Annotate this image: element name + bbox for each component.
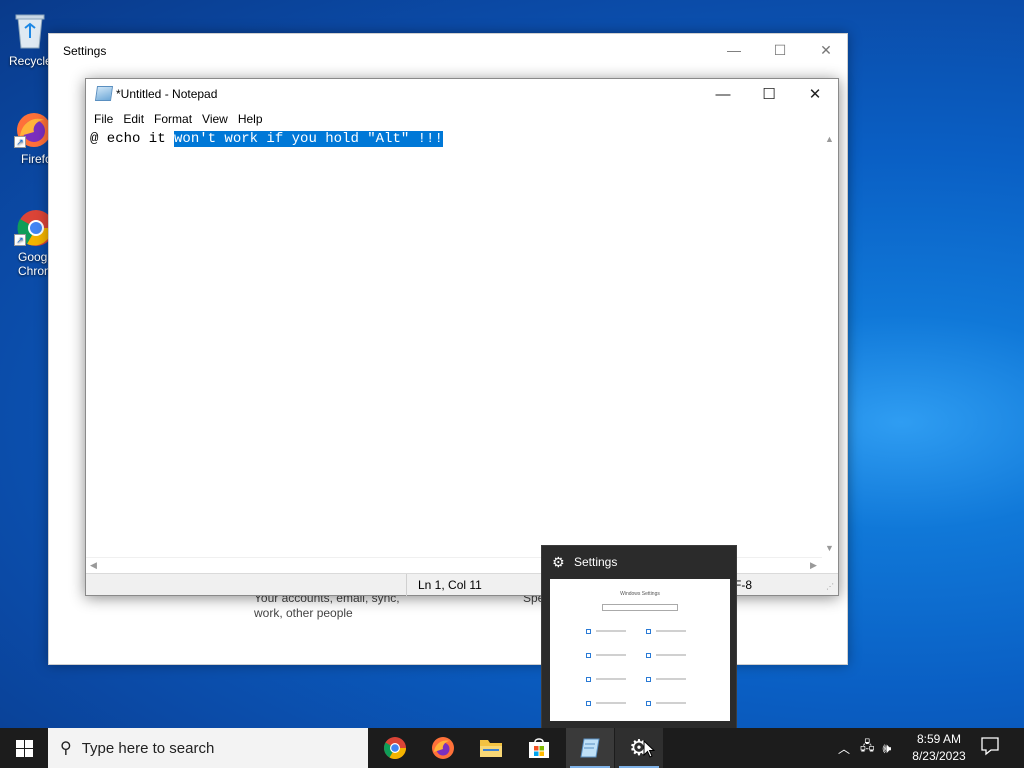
system-tray: ︿ 🖧 🕪 [838,728,891,768]
cursor-position: Ln 1, Col 11 [418,578,482,592]
settings-taskbar-preview[interactable]: ⚙ Settings Windows Settings [541,545,737,729]
maximize-button[interactable]: ☐ [757,34,803,66]
preview-icon [586,701,591,706]
preview-search-box [602,604,678,611]
minimize-icon: — [727,42,741,58]
preview-icon [586,629,591,634]
preview-line [656,654,686,656]
taskbar-search-box[interactable]: ⚲ Type here to search [48,728,368,768]
clock-date: 8/23/2023 [912,749,966,763]
notepad-text-area[interactable]: @ echo it won't work if you hold "Alt" !… [86,130,822,557]
volume-icon[interactable]: 🕪 [883,740,892,757]
chevron-up-icon[interactable]: ︿ [838,740,850,757]
network-icon[interactable]: 🖧 [860,737,875,759]
taskbar-settings[interactable]: ⚙ [615,728,663,768]
preview-line [596,702,626,704]
preview-line [596,630,626,632]
preview-icon [586,677,591,682]
settings-window-title: Settings [63,44,107,58]
shortcut-arrow-icon: ↗ [14,136,26,148]
notepad-title: *Untitled - Notepad [116,87,218,101]
maximize-icon: ☐ [773,41,787,58]
minimize-icon: — [715,85,731,103]
preview-icon [646,677,651,682]
taskbar: ⚲ Type here to search ⚙ ︿ 🖧 🕪 8:59 AM 8/… [0,728,1024,768]
preview-line [656,702,686,704]
action-center-button[interactable] [980,736,1004,760]
preview-heading: Windows Settings [620,591,660,597]
close-icon: ✕ [820,41,832,58]
close-button[interactable]: ✕ [803,34,849,66]
notepad-maximize-button[interactable]: ☐ [746,79,792,109]
windows-logo-icon [15,739,33,757]
gear-icon: ⚙ [552,554,565,570]
firefox-icon [432,737,454,759]
clock-time: 8:59 AM [916,732,962,746]
resize-grip-icon[interactable]: ⋰ [826,582,834,591]
taskbar-notepad[interactable] [566,728,614,768]
taskbar-clock[interactable]: 8:59 AM 8/23/2023 [906,731,972,765]
taskbar-chrome[interactable] [371,728,419,768]
maximize-icon: ☐ [762,86,776,103]
notepad-icon [94,86,114,101]
shortcut-arrow-icon: ↗ [14,234,26,246]
preview-icon [586,653,591,658]
notepad-close-button[interactable]: ✕ [792,79,838,109]
menu-file[interactable]: File [93,110,119,130]
search-placeholder: Type here to search [81,739,215,757]
notepad-menubar: File Edit Format View Help [86,110,838,130]
preview-icon [646,653,651,658]
taskbar-firefox[interactable] [419,728,467,768]
preview-title: Settings [574,555,618,569]
chrome-icon: ↗ [8,204,54,248]
search-icon: ⚲ [60,740,72,757]
notification-icon [981,737,999,756]
notepad-minimize-button[interactable]: — [700,79,746,109]
notepad-window[interactable]: *Untitled - Notepad — ☐ ✕ File Edit Form… [85,78,839,596]
menu-help[interactable]: Help [237,110,269,130]
scroll-right-icon[interactable]: ▶ [810,560,817,571]
preview-line [596,678,626,680]
taskbar-file-explorer[interactable] [467,728,515,768]
menu-format[interactable]: Format [153,110,198,130]
close-icon: ✕ [808,86,822,103]
preview-line [656,678,686,680]
firefox-icon: ↗ [8,106,52,150]
menu-view[interactable]: View [201,110,234,130]
preview-icon [646,629,651,634]
mouse-cursor-icon [643,740,655,758]
preview-line [596,654,626,656]
preview-image: Windows Settings [550,579,730,721]
preview-line [656,630,686,632]
preview-icon [646,701,651,706]
scroll-up-icon[interactable]: ▲ [825,134,834,144]
chrome-icon [384,737,406,759]
status-separator [406,574,407,596]
notepad-titlebar[interactable]: *Untitled - Notepad — ☐ ✕ [86,79,838,109]
vertical-scrollbar[interactable]: ▲ ▼ [822,130,838,557]
scroll-down-icon[interactable]: ▼ [825,543,834,553]
recycle-bin-icon [8,8,52,52]
folder-icon [480,740,502,757]
scroll-left-icon[interactable]: ◀ [90,560,97,571]
notepad-icon [580,738,600,758]
minimize-button[interactable]: — [711,34,757,66]
store-icon [529,738,549,758]
editor-text-unselected: @ echo it [90,131,175,147]
menu-edit[interactable]: Edit [122,110,150,130]
start-button[interactable] [0,728,48,768]
accounts-description-line2: work, other people [254,606,353,620]
taskbar-microsoft-store[interactable] [515,728,563,768]
editor-text-selected: won't work if you hold "Alt" !!! [174,131,443,147]
